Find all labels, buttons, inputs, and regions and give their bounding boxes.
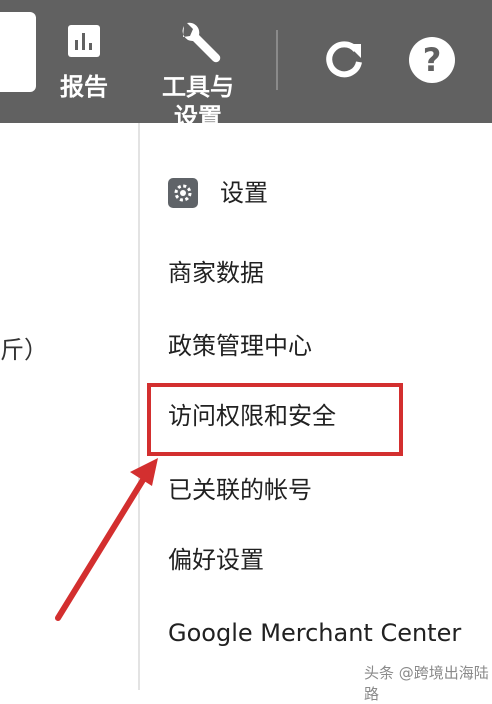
menu-item-preferences[interactable]: 偏好设置 xyxy=(168,544,264,576)
toolbar-divider xyxy=(276,30,278,90)
highlight-box xyxy=(147,383,403,456)
bar-chart-icon xyxy=(68,25,100,57)
settings-header-label: 设置 xyxy=(220,179,268,207)
partial-text: 斤） xyxy=(0,336,48,364)
watermark: 头条 @跨境出海陆路 xyxy=(362,662,492,704)
tools-settings-label: 工具与设置 xyxy=(162,73,234,123)
settings-header: 设置 xyxy=(168,177,268,209)
reports-label: 报告 xyxy=(60,73,108,101)
gear-icon xyxy=(168,178,198,208)
help-icon[interactable]: ? xyxy=(409,37,455,83)
menu-item-merchant-center[interactable]: Google Merchant Center xyxy=(168,617,461,649)
menu-item-policy-center[interactable]: 政策管理中心 xyxy=(168,330,312,362)
top-toolbar: 报告 工具与设置 ? xyxy=(0,0,492,123)
reports-button[interactable]: 报告 xyxy=(56,24,112,102)
menu-item-linked-accounts[interactable]: 已关联的帐号 xyxy=(168,474,312,506)
menu-item-merchant-data[interactable]: 商家数据 xyxy=(168,257,264,289)
wrench-icon xyxy=(182,22,221,63)
tools-settings-button[interactable]: 工具与设置 xyxy=(156,22,240,123)
search-box[interactable] xyxy=(0,12,36,92)
left-content-pane: 斤） xyxy=(0,123,138,690)
refresh-icon[interactable] xyxy=(323,38,365,80)
